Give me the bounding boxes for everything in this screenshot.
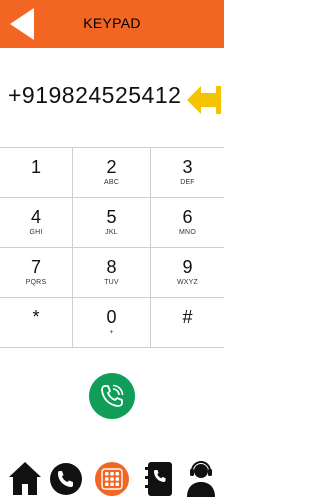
key-digit: 6	[182, 207, 193, 227]
key-digit: 8	[106, 257, 117, 277]
key-letters: PQRS	[25, 279, 47, 286]
key-digit: 4	[30, 207, 41, 227]
key-3[interactable]: 3 DEF	[151, 148, 224, 198]
key-letters: JKL	[105, 229, 118, 236]
key-4[interactable]: 4 GHI	[0, 198, 73, 248]
backspace-arrow-icon[interactable]	[187, 82, 221, 118]
key-digit: 1	[30, 157, 41, 177]
key-star[interactable]: *	[0, 298, 73, 348]
phone-call-icon	[101, 384, 124, 407]
key-letters: WXYZ	[176, 279, 199, 286]
key-digit: 0	[106, 307, 117, 327]
key-digit: 5	[106, 207, 117, 227]
key-digit: 9	[182, 257, 193, 277]
key-9[interactable]: 9 WXYZ	[151, 248, 224, 298]
bottom-nav	[0, 458, 224, 500]
key-8[interactable]: 8 TUV	[73, 248, 151, 298]
key-letters: GHI	[29, 229, 43, 236]
page-title: KEYPAD	[83, 15, 141, 31]
key-5[interactable]: 5 JKL	[73, 198, 151, 248]
key-6[interactable]: 6 MNO	[151, 198, 224, 248]
key-2[interactable]: 2 ABC	[73, 148, 151, 198]
key-letters: DEF	[180, 179, 195, 186]
key-digit: *	[32, 307, 40, 327]
call-history-icon[interactable]	[47, 458, 85, 498]
support-agent-icon[interactable]	[182, 458, 220, 498]
number-display: +919824525412	[0, 78, 224, 122]
key-digit: 2	[106, 157, 117, 177]
key-letters: MNO	[179, 229, 196, 236]
keypad: 1 2 ABC 3 DEF 4 GHI 5 JKL 6 MNO 7 PQRS 8…	[0, 147, 224, 348]
key-digit: #	[182, 307, 193, 327]
call-button[interactable]	[89, 373, 135, 419]
key-letters: ABC	[104, 179, 119, 186]
key-hash[interactable]: #	[151, 298, 224, 348]
dialed-number: +919824525412	[8, 82, 182, 108]
top-bar: KEYPAD	[0, 0, 224, 48]
key-digit: 7	[30, 257, 41, 277]
contacts-book-icon[interactable]	[140, 458, 178, 498]
key-letters: +	[109, 329, 114, 336]
key-7[interactable]: 7 PQRS	[0, 248, 73, 298]
key-digit: 3	[182, 157, 193, 177]
key-letters: TUV	[104, 279, 119, 286]
home-icon[interactable]	[6, 458, 44, 498]
keypad-grid-icon[interactable]	[93, 458, 131, 498]
key-0[interactable]: 0 +	[73, 298, 151, 348]
key-1[interactable]: 1	[0, 148, 73, 198]
